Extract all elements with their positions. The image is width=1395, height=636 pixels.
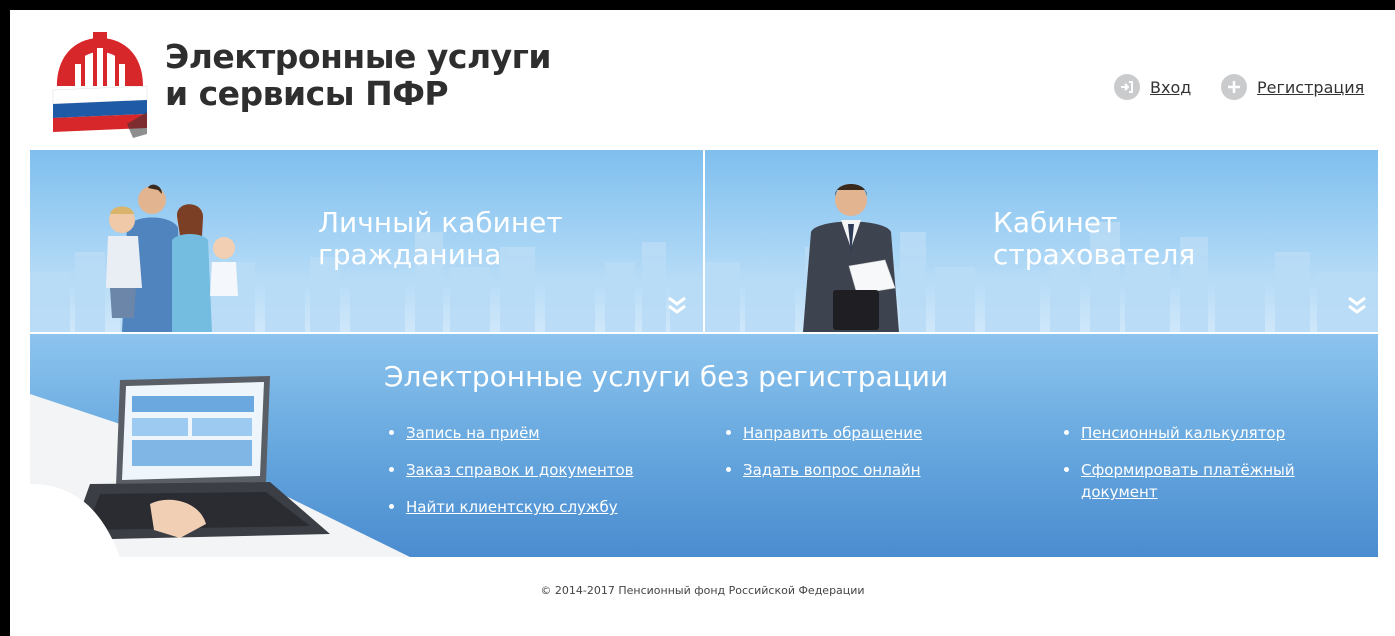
payment-document-link[interactable]: Сформировать платёжный документ (1081, 461, 1295, 501)
chevron-double-down-icon[interactable] (1346, 294, 1368, 316)
insurer-title-line2: страхователя (993, 238, 1196, 271)
services-column-2: Направить обращение Задать вопрос онлайн (724, 422, 922, 496)
site-title: Электронные услуги и сервисы ПФР (165, 37, 552, 113)
find-client-service-link[interactable]: Найти клиентскую службу (406, 498, 618, 516)
citizen-title-line2: гражданина (318, 238, 502, 271)
insurer-title-line1: Кабинет (993, 206, 1118, 239)
services-title: Электронные услуги без регистрации (384, 360, 949, 393)
citizen-cabinet-title[interactable]: Личный кабинет гражданина (318, 207, 563, 271)
pfr-logo[interactable] (47, 24, 153, 138)
list-item: Заказ справок и документов (387, 459, 634, 481)
appointment-link[interactable]: Запись на приём (406, 424, 540, 442)
footer-copyright: © 2014-2017 Пенсионный фонд Российской Ф… (540, 584, 865, 597)
site-title-line2: и сервисы ПФР (165, 74, 449, 113)
login-link-group[interactable]: Вход (1114, 74, 1191, 100)
site-title-line1: Электронные услуги (165, 37, 552, 76)
services-without-registration-panel: Электронные услуги без регистрации Запис… (30, 334, 1378, 557)
insurer-cabinet-title[interactable]: Кабинет страхователя (993, 207, 1195, 271)
send-appeal-link[interactable]: Направить обращение (743, 424, 922, 442)
family-photo (106, 184, 238, 332)
services-column-3: Пенсионный калькулятор Сформировать плат… (1062, 422, 1302, 518)
businessman-photo (803, 184, 899, 332)
plus-icon (1221, 74, 1247, 100)
list-item: Найти клиентскую службу (387, 496, 634, 518)
page: Электронные услуги и сервисы ПФР Вход Ре… (10, 10, 1395, 636)
login-icon (1114, 74, 1140, 100)
order-certificates-link[interactable]: Заказ справок и документов (406, 461, 634, 479)
list-item: Пенсионный калькулятор (1062, 422, 1302, 444)
list-item: Направить обращение (724, 422, 922, 444)
laptop-image (30, 376, 410, 557)
register-link[interactable]: Регистрация (1257, 78, 1364, 97)
chevron-double-down-icon[interactable] (666, 294, 688, 316)
login-link[interactable]: Вход (1150, 78, 1191, 97)
pension-calculator-link[interactable]: Пенсионный калькулятор (1081, 424, 1285, 442)
list-item: Задать вопрос онлайн (724, 459, 922, 481)
citizen-cabinet-banner[interactable]: Личный кабинет гражданина (30, 150, 703, 332)
insurer-cabinet-banner[interactable]: Кабинет страхователя (705, 150, 1378, 332)
ask-question-online-link[interactable]: Задать вопрос онлайн (743, 461, 921, 479)
services-column-1: Запись на приём Заказ справок и документ… (387, 422, 634, 533)
list-item: Сформировать платёжный документ (1062, 459, 1302, 503)
citizen-title-line1: Личный кабинет (318, 206, 563, 239)
register-link-group[interactable]: Регистрация (1221, 74, 1364, 100)
list-item: Запись на приём (387, 422, 634, 444)
